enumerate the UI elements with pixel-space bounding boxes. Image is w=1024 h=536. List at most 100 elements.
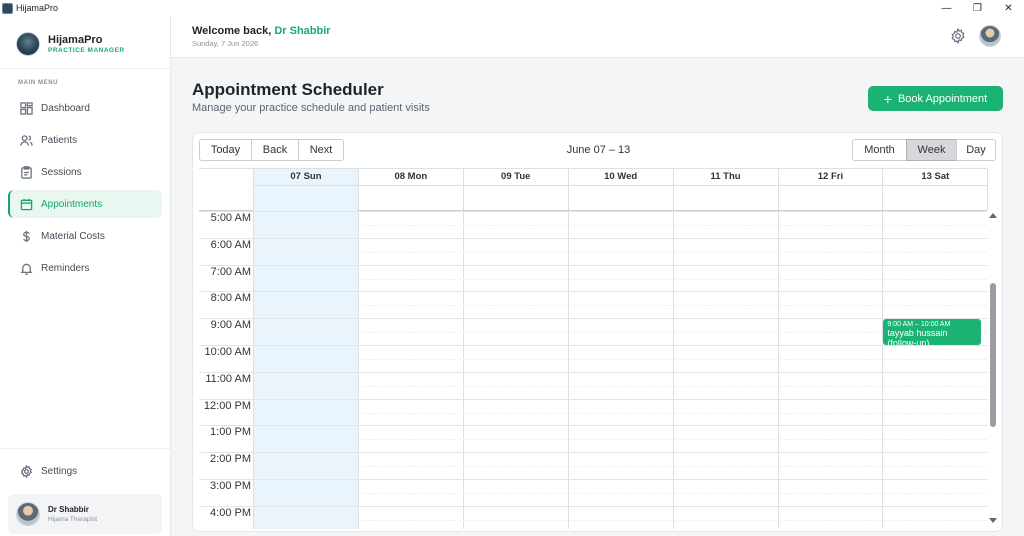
maximize-button[interactable]: ❐ xyxy=(962,0,993,16)
sidebar-nav: Dashboard Patients Sessions Appointments… xyxy=(8,94,162,286)
brand-logo-icon xyxy=(16,32,40,56)
user-profile-card[interactable]: Dr Shabbir Hijama Therapist xyxy=(8,494,162,534)
sidebar-item-label: Appointments xyxy=(41,198,103,210)
scroll-up-arrow-icon[interactable] xyxy=(989,213,997,218)
sidebar-item-reminders[interactable]: Reminders xyxy=(8,254,162,282)
avatar xyxy=(16,502,40,526)
time-label: 11:00 AM xyxy=(205,372,251,385)
today-button[interactable]: Today xyxy=(199,139,252,161)
day-view-button[interactable]: Day xyxy=(956,139,996,161)
page-subtitle: Manage your practice schedule and patien… xyxy=(192,102,430,114)
half-hour-line xyxy=(253,466,987,468)
calendar-time-grid[interactable]: 5:00 AM 6:00 AM 7:00 AM 8:00 AM 9:00 AM 10:00… xyxy=(199,211,987,529)
dollar-icon xyxy=(23,230,30,242)
half-hour-line xyxy=(253,412,987,414)
users-icon xyxy=(20,134,33,146)
day-column-header[interactable]: 08 Mon xyxy=(357,169,463,210)
sidebar-item-appointments[interactable]: Appointments xyxy=(8,190,162,218)
scroll-thumb[interactable] xyxy=(990,283,996,427)
time-label: 6:00 AM xyxy=(210,238,251,251)
window-title: HijamaPro xyxy=(16,3,59,13)
day-header-label: 13 Sat xyxy=(883,171,988,186)
day-header-label: 11 Thu xyxy=(673,171,778,186)
app-logo-icon xyxy=(2,2,13,14)
divider xyxy=(0,68,170,69)
page-title: Appointment Scheduler xyxy=(192,80,384,99)
window-titlebar: HijamaPro — ❐ ✕ xyxy=(0,0,1024,16)
calendar-card: Today Back Next June 07 – 13 Month Week … xyxy=(192,132,1003,532)
plus-icon: + xyxy=(883,90,892,107)
time-slot-row: 6:00 AM xyxy=(199,237,987,265)
day-header-label: 09 Tue xyxy=(463,171,568,186)
time-label: 1:00 PM xyxy=(210,426,251,439)
day-header-label: 10 Wed xyxy=(568,171,673,186)
calendar-scrollbar[interactable] xyxy=(987,211,999,529)
time-slot-row: 9:00 AM xyxy=(199,318,987,345)
grid-line xyxy=(987,169,989,210)
appointment-event[interactable]: 9:00 AM – 10:00 AM tayyab hussain (follow… xyxy=(883,319,982,345)
day-column-header[interactable]: 11 Thu xyxy=(672,169,778,210)
sidebar-item-settings[interactable]: Settings xyxy=(8,457,162,485)
day-column-header[interactable]: 09 Tue xyxy=(462,169,568,210)
bell-icon xyxy=(20,263,33,275)
half-hour-line xyxy=(253,493,987,494)
half-hour-line xyxy=(253,225,987,226)
back-button[interactable]: Back xyxy=(251,139,299,161)
sidebar-item-label: Sessions xyxy=(41,166,82,178)
sidebar-item-dashboard[interactable]: Dashboard xyxy=(8,94,162,122)
day-column-header[interactable]: 12 Fri xyxy=(777,169,883,210)
close-button[interactable]: ✕ xyxy=(993,0,1024,16)
calendar-day-headers: 07 Sun 08 Mon 09 Tue 10 Wed 11 Thu 12 Fri 13 S… xyxy=(199,168,989,211)
time-slot-row: 10:00 AM xyxy=(199,345,987,372)
month-view-button[interactable]: Month xyxy=(852,139,907,161)
event-time: 9:00 AM – 10:00 AM xyxy=(887,321,951,329)
sidebar: HijamaPro PRACTICE MANAGER MAIN MENU Das… xyxy=(0,16,171,536)
scroll-down-arrow-icon[interactable] xyxy=(989,518,997,523)
avatar[interactable] xyxy=(979,25,1001,47)
week-view-button[interactable]: Week xyxy=(906,139,957,161)
calendar-icon xyxy=(20,198,33,210)
day-header-label: 12 Fri xyxy=(778,171,883,186)
time-slot-row: 5:00 AM xyxy=(199,211,987,238)
time-label: 8:00 AM xyxy=(210,292,251,305)
time-label: 7:00 AM xyxy=(210,265,251,278)
book-appointment-label: Book Appointment xyxy=(897,92,988,105)
half-hour-line xyxy=(253,519,987,521)
sidebar-item-label: Reminders xyxy=(41,262,90,274)
half-hour-line xyxy=(253,439,987,441)
day-header-label: 07 Sun xyxy=(254,171,358,186)
time-slot-row: 7:00 AM xyxy=(199,264,987,292)
day-column-header[interactable]: 07 Sun xyxy=(253,169,358,210)
gear-icon[interactable] xyxy=(950,28,966,44)
welcome-user-name: Dr Shabbir xyxy=(274,25,331,37)
sidebar-item-sessions[interactable]: Sessions xyxy=(8,158,162,186)
user-role: Hijama Therapist xyxy=(48,516,98,523)
time-slot-row: 1:00 PM xyxy=(199,425,987,452)
window-controls: — ❐ ✕ xyxy=(931,0,1024,16)
calendar-nav: Today Back Next xyxy=(199,139,344,161)
minimize-button[interactable]: — xyxy=(931,0,962,16)
divider xyxy=(0,448,170,449)
user-name: Dr Shabbir xyxy=(48,505,89,514)
time-slot-row: 8:00 AM xyxy=(199,291,987,318)
top-header: Welcome back, Dr Shabbir Sunday, 7 Jun 2… xyxy=(171,16,1024,58)
brand-subtitle: PRACTICE MANAGER xyxy=(48,47,125,54)
sidebar-item-material-costs[interactable]: Material Costs xyxy=(8,222,162,250)
time-slot-row: 12:00 PM xyxy=(199,398,987,426)
half-hour-line xyxy=(253,359,987,360)
sidebar-item-patients[interactable]: Patients xyxy=(8,126,162,154)
time-label: 3:00 PM xyxy=(210,480,251,492)
clipboard-icon xyxy=(21,165,32,179)
welcome-message: Welcome back, Dr Shabbir xyxy=(192,25,331,37)
time-slot-row: 4:00 PM xyxy=(199,505,987,529)
time-label: 10:00 AM xyxy=(204,346,251,358)
time-slot-row: 11:00 AM xyxy=(199,371,987,399)
book-appointment-button[interactable]: + Book Appointment xyxy=(868,86,1003,111)
day-column-header[interactable]: 13 Sat xyxy=(882,169,988,210)
time-slot-row: 3:00 PM xyxy=(199,479,987,506)
day-column-header[interactable]: 10 Wed xyxy=(567,169,673,210)
time-label: 12:00 PM xyxy=(203,399,251,412)
next-button[interactable]: Next xyxy=(298,139,344,161)
current-date: Sunday, 7 Jun 2026 xyxy=(192,39,259,48)
half-hour-line xyxy=(253,385,987,387)
